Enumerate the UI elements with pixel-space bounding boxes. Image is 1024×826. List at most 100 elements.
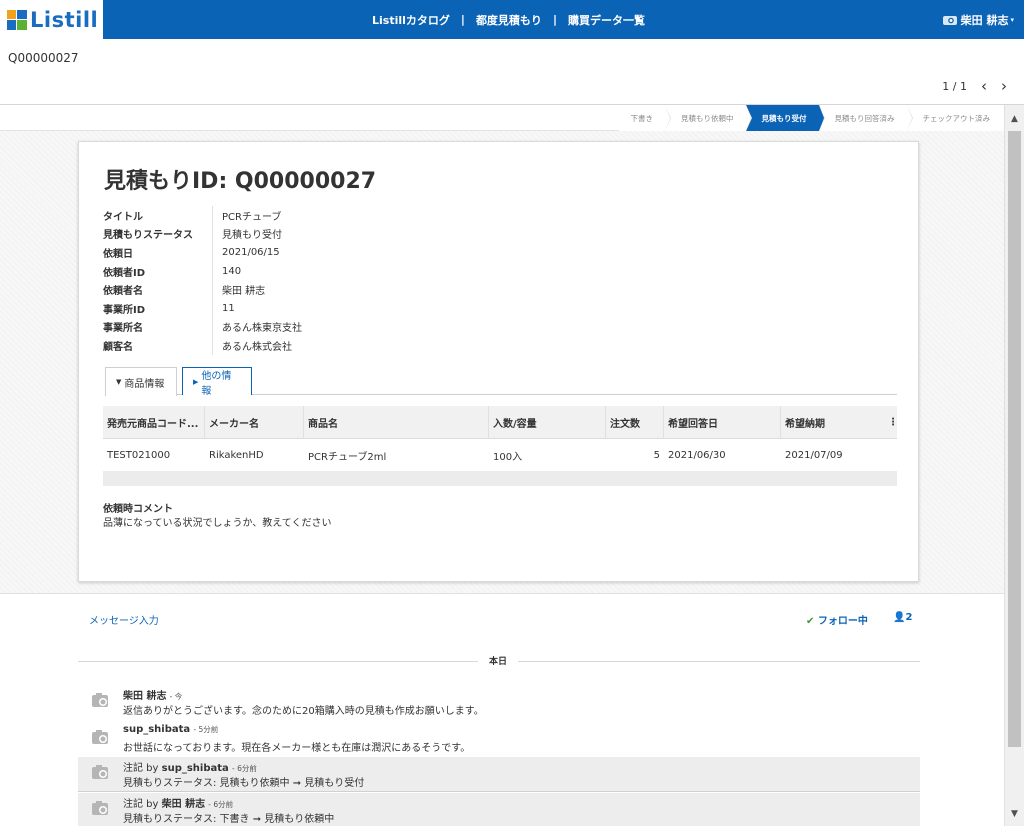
field-value: 見積もり受付 — [222, 230, 282, 242]
message-meta: 注記 by sup_shibata - 6分前 — [123, 759, 257, 774]
nav-quote[interactable]: 都度見積もり — [476, 12, 542, 28]
tab-label: 商品情報 — [124, 378, 165, 390]
divider — [0, 593, 1004, 594]
column-header[interactable]: 希望納期 — [781, 406, 885, 438]
note-prefix: 注記 by — [123, 763, 162, 774]
camera-icon — [92, 730, 108, 744]
camera-icon — [92, 765, 108, 779]
main-nav: Listillカタログ | 都度見積もり | 購買データ一覧 — [372, 0, 645, 39]
more-columns-icon[interactable]: ⋮ — [885, 406, 898, 438]
followers-button[interactable]: 👤2 — [893, 612, 912, 623]
column-header[interactable]: 注文数 — [606, 406, 664, 438]
check-icon: ✔ — [806, 616, 815, 627]
step-draft[interactable]: 下書き — [618, 105, 671, 131]
field-value: 140 — [222, 265, 242, 277]
field-label: 依頼者名 — [103, 280, 213, 299]
scroll-down-icon[interactable]: ▼ — [1005, 804, 1024, 824]
step-label: チェックアウト済み — [922, 113, 991, 123]
follow-button[interactable]: ✔ フォロー中 — [806, 612, 868, 627]
tab-other-info[interactable]: ▶ 他の情報 — [182, 367, 252, 397]
note-item: 注記 by 柴田 耕志 - 6分前 見積もりステータス: 下書き ➞ 見積もり依… — [78, 793, 920, 826]
table-cell: RikakenHD — [209, 449, 264, 461]
status-path: 下書き 見積もり依頼中 見積もり受付 見積もり回答済み チェックアウト済み — [0, 105, 1004, 131]
message-time: - 6分前 — [208, 800, 234, 809]
scroll-thumb[interactable] — [1008, 131, 1021, 747]
column-header[interactable]: 入数/容量 — [489, 406, 606, 438]
step-answered[interactable]: 見積もり回答済み — [818, 105, 913, 131]
camera-icon — [92, 693, 108, 707]
pager: 1 / 1 ‹ › — [942, 77, 1007, 95]
table-row[interactable]: TEST021000 RikakenHD PCRチューブ2ml 100入 5 2… — [103, 439, 897, 471]
field-row: 依頼者ID 140 — [103, 261, 302, 281]
nav-catalog[interactable]: Listillカタログ — [372, 12, 450, 28]
caret-down-icon: ▼ — [116, 378, 122, 386]
scrollbar[interactable]: ▲ ▼ — [1004, 105, 1024, 826]
tab-label: 他の情報 — [201, 370, 232, 397]
field-row: 顧客名 あるん株式会社 — [103, 336, 302, 355]
table-header: 発売元商品コード... メーカー名 商品名 入数/容量 注文数 希望回答日 希望… — [103, 406, 898, 439]
message-time: - 今 — [169, 692, 183, 701]
table-cell: 2021/07/09 — [785, 449, 843, 461]
field-label: 事業所ID — [103, 298, 213, 318]
field-label: 依頼者ID — [103, 261, 213, 281]
column-header[interactable]: 発売元商品コード... — [103, 406, 205, 438]
step-label: 見積もり回答済み — [834, 113, 895, 123]
message-author[interactable]: 柴田 耕志 — [123, 691, 166, 702]
pager-text: 1 / 1 — [942, 79, 967, 93]
field-row: タイトル PCRチューブ — [103, 206, 302, 225]
step-accepted[interactable]: 見積もり受付 — [745, 105, 825, 131]
step-requesting[interactable]: 見積もり依頼中 — [665, 105, 751, 131]
field-value: PCRチューブ — [222, 211, 282, 223]
table-cell: 5 — [653, 449, 660, 461]
logo-text: Listill — [30, 7, 99, 32]
step-label: 下書き — [630, 113, 654, 123]
divider — [78, 791, 920, 792]
field-value: 11 — [222, 302, 235, 314]
step-checked-out[interactable]: チェックアウト済み — [906, 105, 1004, 131]
message-item: 柴田 耕志 - 今 返信ありがとうございます。念のために20箱購入時の見積も作成… — [78, 685, 920, 719]
message-author[interactable]: 柴田 耕志 — [162, 799, 205, 810]
top-navbar: Listill Listillカタログ | 都度見積もり | 購買データ一覧 柴… — [0, 0, 1024, 39]
caret-right-icon: ▶ — [193, 377, 199, 386]
table-cell: 2021/06/30 — [668, 449, 726, 461]
note-prefix: 注記 by — [123, 799, 162, 810]
quote-detail-card: 見積もりID: Q00000027 タイトル PCRチューブ 見積もりステータス見… — [78, 141, 919, 582]
nav-purchase-data[interactable]: 購買データ一覧 — [568, 12, 645, 28]
message-body: お世話になっております。現在各メーカー様とも在庫は潤沢にあるそうです。 — [123, 743, 471, 754]
tab-product-info[interactable]: ▼ 商品情報 — [105, 367, 177, 396]
scroll-up-icon[interactable]: ▲ — [1005, 109, 1024, 129]
step-label: 見積もり依頼中 — [681, 113, 734, 123]
field-label: タイトル — [103, 206, 213, 225]
column-header[interactable]: 希望回答日 — [664, 406, 781, 438]
followers-count: 2 — [905, 612, 913, 623]
nav-separator: | — [552, 13, 557, 26]
camera-icon — [942, 15, 957, 25]
message-meta: 柴田 耕志 - 今 — [123, 687, 182, 702]
message-body: 見積もりステータス: 見積もり依頼中 ➞ 見積もり受付 — [123, 778, 365, 789]
table-horizontal-scrollbar[interactable] — [103, 471, 897, 486]
message-time: - 6分前 — [231, 764, 257, 773]
user-menu[interactable]: 柴田 耕志 ▾ — [942, 0, 1014, 39]
user-name: 柴田 耕志 — [960, 13, 1009, 27]
message-input-link[interactable]: メッセージ入力 — [89, 612, 159, 627]
logo-icon — [7, 9, 27, 30]
message-body: 返信ありがとうございます。念のために20箱購入時の見積も作成お願いします。 — [123, 706, 484, 717]
field-label: 顧客名 — [103, 336, 213, 355]
next-page-icon[interactable]: › — [1001, 77, 1007, 95]
message-author[interactable]: sup_shibata — [162, 763, 229, 774]
field-value: 柴田 耕志 — [222, 286, 266, 298]
field-label: 依頼日 — [103, 243, 213, 262]
table-cell: TEST021000 — [107, 449, 171, 461]
follow-label: フォロー中 — [817, 616, 868, 627]
comment-text: 品薄になっている状況でしょうか、教えてください — [103, 518, 332, 529]
column-header[interactable]: メーカー名 — [205, 406, 304, 438]
camera-icon — [92, 801, 108, 815]
note-item: 注記 by sup_shibata - 6分前 見積もりステータス: 見積もり依… — [78, 757, 920, 791]
logo[interactable]: Listill — [0, 0, 103, 39]
prev-page-icon[interactable]: ‹ — [981, 77, 987, 95]
column-header[interactable]: 商品名 — [304, 406, 489, 438]
date-label: 本日 — [478, 654, 518, 667]
field-row: 見積もりステータス 見積もり受付 — [103, 224, 302, 244]
message-author[interactable]: sup_shibata — [123, 724, 190, 735]
message-time: - 5分前 — [193, 725, 219, 734]
